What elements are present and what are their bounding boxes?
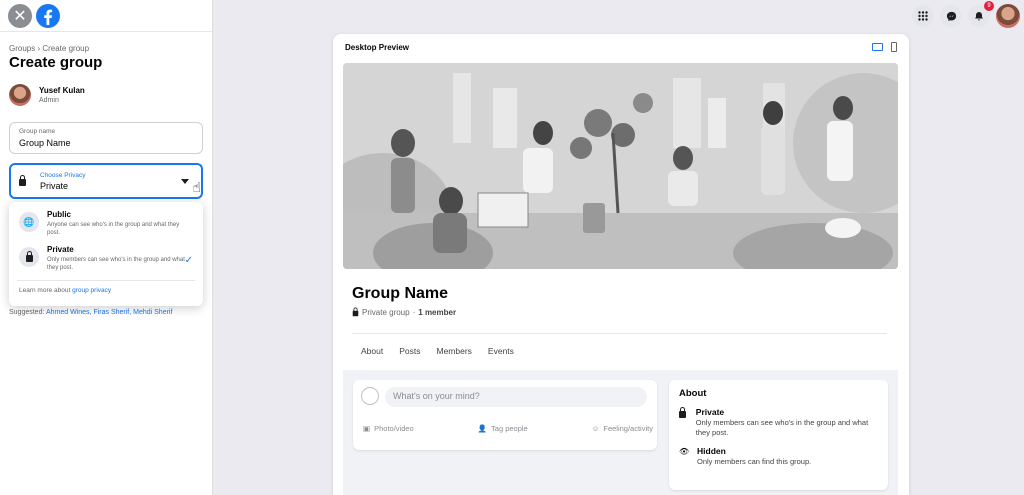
cover-illustration: [343, 63, 898, 269]
privacy-value: Private: [40, 180, 69, 191]
tag-people-icon: 👤: [477, 424, 488, 433]
breadcrumb[interactable]: Groups › Create group: [9, 44, 89, 53]
about-item-title: Private: [695, 407, 725, 417]
option-title: Public: [47, 210, 72, 219]
mobile-icon[interactable]: [891, 42, 897, 52]
tag-people-label: Tag people: [491, 424, 528, 433]
facebook-logo-icon[interactable]: [36, 3, 60, 28]
admin-name: Yusef Kulan: [39, 86, 85, 95]
about-card: About Private Only members can see who's…: [669, 380, 888, 490]
preview-tabs: About Posts Members Events: [361, 346, 514, 356]
option-description: Anyone can see who's in the group and wh…: [47, 222, 180, 237]
lock-icon: [352, 307, 359, 317]
admin-role: Admin: [39, 97, 59, 104]
checkmark-icon: ✓: [184, 255, 193, 267]
feeling-activity-action[interactable]: ☺ Feeling/activity: [592, 424, 653, 433]
device-toggle: [872, 42, 897, 52]
tab-events[interactable]: Events: [488, 346, 514, 356]
divider: [17, 280, 195, 282]
lock-icon: [19, 247, 39, 268]
privacy-select[interactable]: Choose Privacy Private ☝: [9, 163, 203, 199]
member-count: 1 member: [418, 308, 457, 317]
close-icon[interactable]: ✕: [8, 3, 32, 28]
avatar: [9, 84, 31, 106]
learn-more-text: Learn more about group privacy: [17, 285, 195, 296]
group-privacy-link[interactable]: group privacy: [72, 287, 111, 294]
top-nav: 9: [912, 1, 1020, 28]
profile-avatar[interactable]: [996, 4, 1020, 28]
tab-members[interactable]: Members: [436, 346, 471, 356]
create-group-sidebar: ✕ Groups › Create group Create group Yus…: [0, 0, 213, 495]
preview-group-meta: Private group · 1 member: [352, 307, 457, 317]
user-placeholder-icon: [361, 387, 379, 405]
privacy-label: Choose Privacy: [40, 171, 86, 179]
group-name-label: Group name: [19, 128, 56, 135]
about-title: About: [679, 388, 707, 399]
learn-more-prefix: Learn more about: [19, 287, 73, 295]
option-description: Only members can see who's in the group …: [47, 257, 185, 272]
notifications-bell-icon[interactable]: 9: [968, 1, 994, 27]
group-name-value[interactable]: Group Name: [19, 138, 193, 148]
photo-video-label: Photo/video: [374, 424, 414, 433]
photo-icon: ▣: [363, 424, 371, 433]
feeling-icon: ☺: [591, 424, 600, 433]
lock-icon: [679, 407, 688, 438]
notification-badge: 9: [984, 1, 994, 11]
messenger-icon[interactable]: [940, 5, 962, 27]
lock-icon: [19, 175, 26, 186]
suggested-members: Suggested: Ahmed Wines, Firas Sherif, Me…: [9, 309, 172, 316]
globe-icon: 🌐: [19, 212, 39, 232]
desktop-preview-card: Desktop Preview Group Name Private group…: [333, 34, 909, 495]
privacy-option-private[interactable]: Private Only members can see who's in th…: [17, 241, 195, 276]
suggested-label: Suggested:: [9, 309, 45, 316]
group-name-field[interactable]: Group name Group Name: [9, 122, 203, 154]
composer-actions: ▣ Photo/video 👤 Tag people ☺ Feeling/activi…: [363, 424, 653, 433]
preview-group-name: Group Name: [352, 285, 449, 302]
about-item-hidden: 👁 Hidden Only members can find this grou…: [679, 446, 878, 467]
preview-header: Desktop Preview: [333, 34, 909, 60]
privacy-option-public[interactable]: 🌐 Public Anyone can see who's in the gro…: [17, 206, 195, 241]
tab-about[interactable]: About: [361, 346, 383, 356]
hand-cursor-icon: ☝: [192, 179, 201, 195]
group-privacy-text: Private group: [362, 308, 410, 317]
desktop-icon[interactable]: [872, 43, 883, 51]
about-item-description: Only members can see who's in the group …: [695, 418, 869, 438]
menu-grid-icon[interactable]: [912, 5, 934, 27]
about-item-private: Private Only members can see who's in th…: [679, 407, 878, 438]
tag-people-action[interactable]: 👤 Tag people: [478, 424, 528, 433]
about-item-description: Only members can find this group.: [697, 457, 812, 467]
meta-separator: ·: [412, 308, 416, 317]
photo-video-action[interactable]: ▣ Photo/video: [363, 424, 414, 433]
feeling-activity-label: Feeling/activity: [603, 424, 653, 433]
admin-info: Yusef Kulan Admin: [9, 84, 85, 106]
about-item-title: Hidden: [697, 446, 726, 457]
divider: [352, 333, 887, 334]
composer-input[interactable]: What's on your mind?: [385, 387, 647, 407]
tab-posts[interactable]: Posts: [399, 346, 420, 356]
sidebar-topbar: ✕: [0, 0, 212, 32]
privacy-dropdown: 🌐 Public Anyone can see who's in the gro…: [9, 202, 203, 306]
eye-icon: 👁: [679, 447, 690, 457]
chevron-down-icon[interactable]: [181, 179, 189, 184]
page-title: Create group: [9, 54, 103, 71]
preview-title: Desktop Preview: [345, 42, 410, 52]
suggested-names[interactable]: Ahmed Wines, Firas Sherif, Mehdi Sherif: [46, 309, 172, 316]
option-title: Private: [47, 245, 74, 255]
post-composer: What's on your mind? ▣ Photo/video 👤 Tag p…: [353, 380, 657, 450]
